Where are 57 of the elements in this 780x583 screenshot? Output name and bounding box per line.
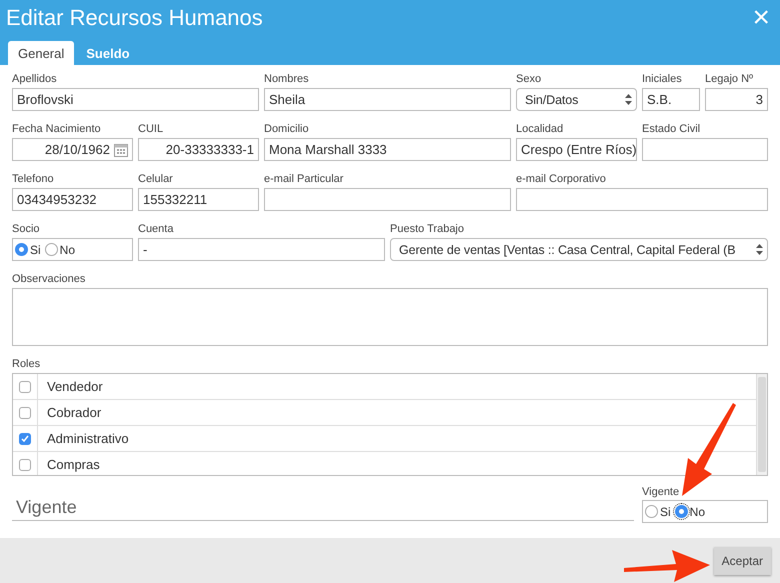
input-field[interactable]: 155332211 xyxy=(138,188,259,211)
date-field[interactable]: 28/10/1962 xyxy=(12,138,133,161)
accept-button[interactable]: Aceptar xyxy=(714,546,771,574)
input-field[interactable]: 03434953232 xyxy=(12,188,133,211)
updown-icon xyxy=(625,94,632,105)
field-label: Localidad xyxy=(516,123,564,135)
field-label: Fecha Nacimiento xyxy=(12,123,102,135)
field-label: Vigente xyxy=(642,486,680,498)
checkbox[interactable] xyxy=(19,380,31,392)
input-field[interactable]: Vigente xyxy=(12,497,634,521)
field-label: Telefono xyxy=(12,173,55,185)
input-field[interactable]: 3 xyxy=(705,88,768,111)
input-field[interactable]: Mona Marshall 3333 xyxy=(264,138,511,161)
input-field[interactable]: S.B. xyxy=(642,88,700,111)
field-label: Puesto Trabajo xyxy=(390,223,465,235)
role-label: Compras xyxy=(46,456,100,474)
field-label: Socio xyxy=(12,223,41,235)
field-label: Apellidos xyxy=(12,73,58,85)
field-label: Celular xyxy=(138,173,174,185)
field-label: Nombres xyxy=(264,73,310,85)
select-field[interactable]: Gerente de ventas [Ventas :: Casa Central, Capital Federal (B xyxy=(390,238,768,261)
text-area[interactable] xyxy=(12,288,768,346)
role-label: Vendedor xyxy=(46,378,103,396)
scrollbar[interactable] xyxy=(756,374,767,475)
role-label: Cobrador xyxy=(46,404,102,422)
field-label: Estado Civil xyxy=(642,123,702,135)
field-label: Legajo Nº xyxy=(705,73,754,85)
input-field[interactable]: Crespo (Entre Ríos) xyxy=(516,138,637,161)
window-title: Editar Recursos Humanos xyxy=(6,5,263,31)
tab[interactable]: General xyxy=(8,41,74,65)
checkbox[interactable] xyxy=(19,406,31,418)
input-field[interactable] xyxy=(264,188,511,211)
checkbox[interactable] xyxy=(19,432,31,444)
field-label: Cuenta xyxy=(138,223,174,235)
radio-option[interactable]: Si xyxy=(645,504,671,518)
radio-option[interactable]: Si xyxy=(15,242,41,256)
field-label: CUIL xyxy=(138,123,164,135)
radio-option[interactable]: No xyxy=(44,242,76,256)
field-label: Sexo xyxy=(516,73,542,85)
select-field[interactable]: Sin/Datos xyxy=(516,88,637,111)
field-label: Observaciones xyxy=(12,273,86,285)
field-label: e-mail Particular xyxy=(264,173,344,185)
field-label: Roles xyxy=(12,358,42,370)
calendar-icon xyxy=(114,142,128,156)
field-label: e-mail Corporativo xyxy=(516,173,607,185)
field-label: Domicilio xyxy=(264,123,310,135)
field-label: Iniciales xyxy=(642,73,683,85)
updown-icon xyxy=(756,244,763,255)
input-field[interactable]: Broflovski xyxy=(12,88,259,111)
role-label: Administrativo xyxy=(46,430,129,448)
checkbox[interactable] xyxy=(19,458,31,470)
input-field[interactable]: - xyxy=(138,238,385,261)
input-field[interactable]: Sheila xyxy=(264,88,511,111)
radio-option[interactable]: No xyxy=(674,504,706,518)
input-field[interactable] xyxy=(642,138,768,161)
input-field[interactable] xyxy=(516,188,768,211)
input-field[interactable]: 20-33333333-1 xyxy=(138,138,259,161)
